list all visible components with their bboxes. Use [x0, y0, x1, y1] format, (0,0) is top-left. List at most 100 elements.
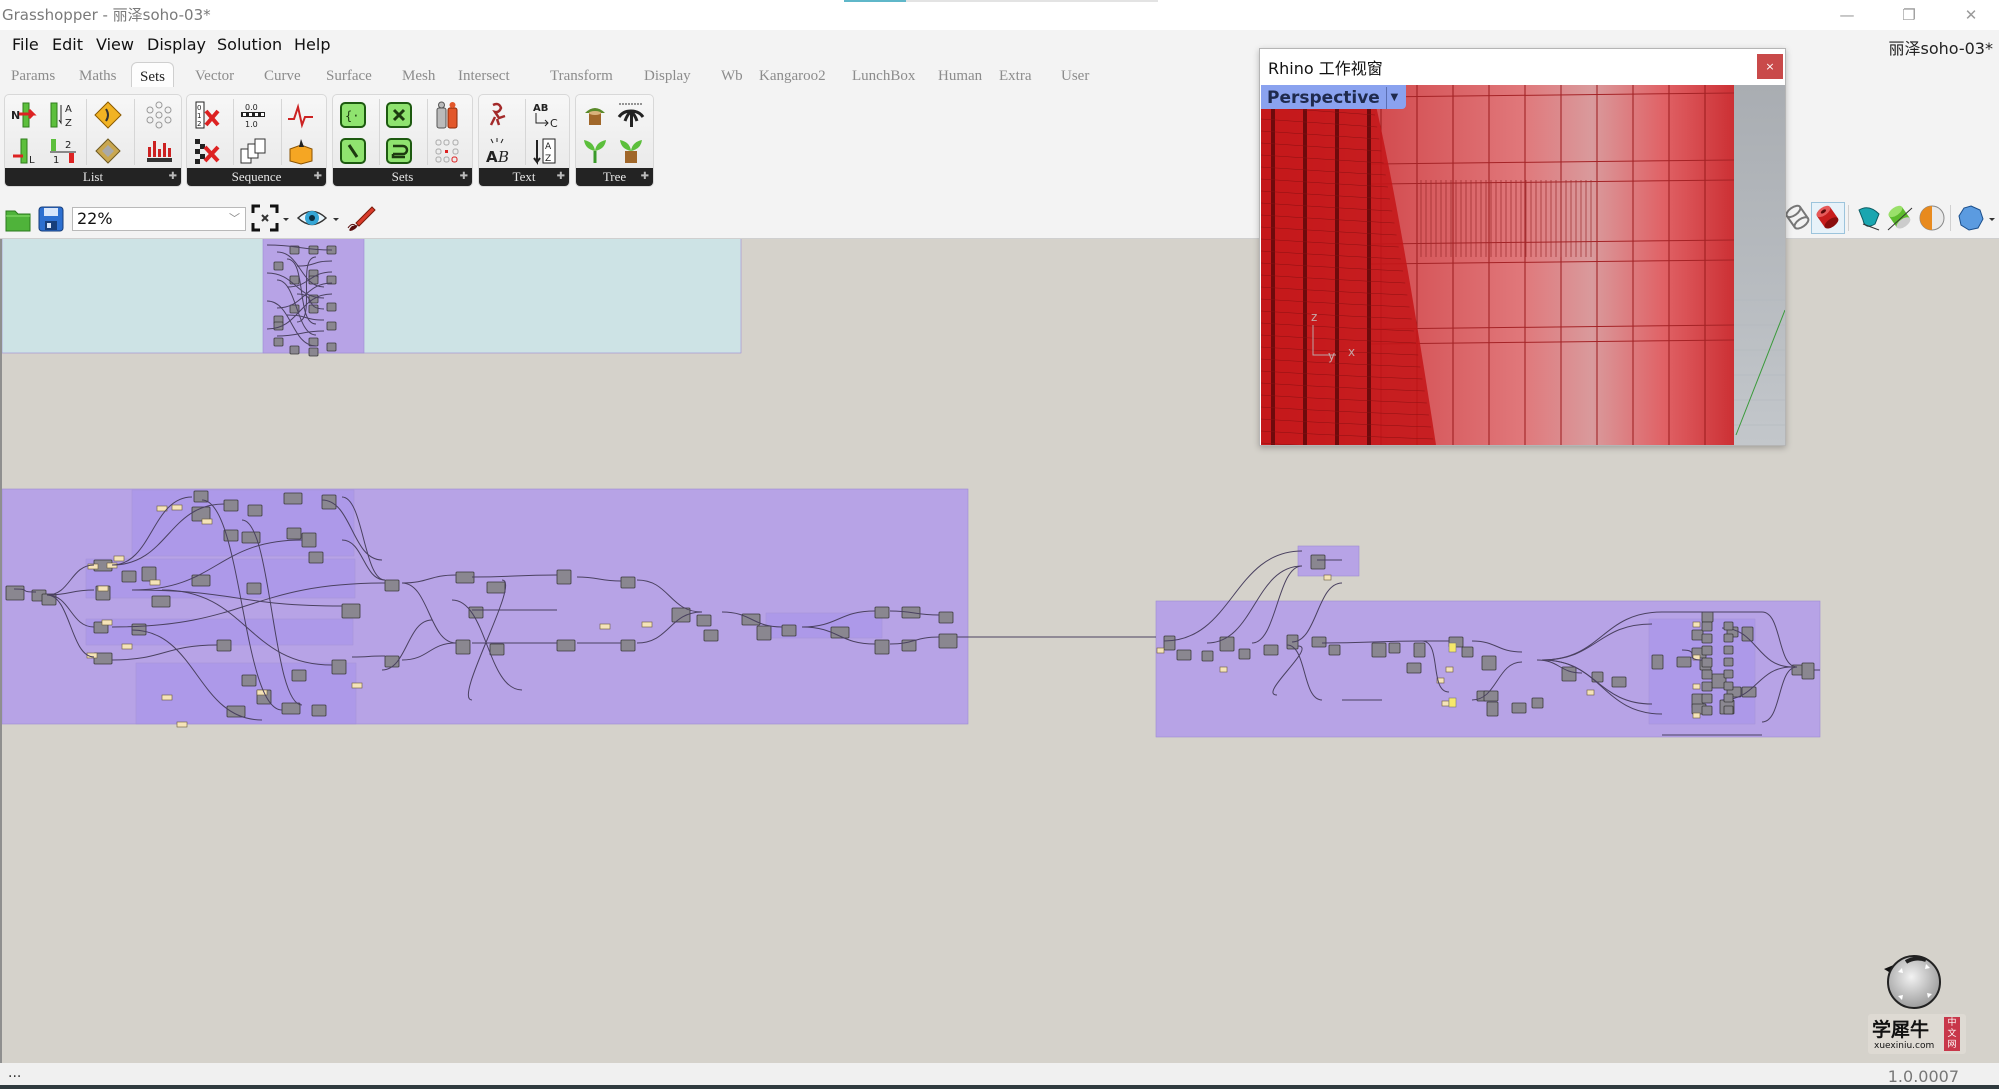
component-node[interactable]	[341, 603, 361, 619]
component-node[interactable]	[326, 342, 337, 352]
menu-display[interactable]: Display	[147, 35, 206, 54]
text-join-icon[interactable]	[485, 101, 513, 129]
component-node[interactable]	[1723, 621, 1734, 631]
component-node[interactable]	[141, 566, 157, 582]
expand-icon[interactable]: ✚	[557, 168, 565, 186]
component-node[interactable]	[1701, 681, 1713, 692]
panel-node[interactable]	[149, 579, 161, 586]
replace-items-icon[interactable]	[145, 137, 173, 165]
expand-icon[interactable]: ✚	[314, 168, 322, 186]
ribbon-group-label[interactable]: Tree ✚	[576, 168, 653, 186]
component-node[interactable]	[121, 570, 137, 583]
component-node[interactable]	[489, 643, 505, 656]
panel-node[interactable]	[1692, 683, 1701, 690]
component-node[interactable]	[1701, 705, 1713, 716]
random-icon[interactable]	[287, 101, 315, 129]
component-node[interactable]	[223, 499, 239, 512]
component-node[interactable]	[1723, 657, 1734, 667]
component-node[interactable]	[331, 659, 347, 675]
component-node[interactable]	[1723, 633, 1734, 643]
list-length-icon[interactable]: L	[11, 137, 39, 165]
delete-consecutive-icon[interactable]	[433, 137, 461, 165]
set-difference-icon[interactable]	[385, 101, 413, 129]
member-index-icon[interactable]	[385, 137, 413, 165]
chevron-down-icon[interactable]: ▼	[1385, 86, 1400, 109]
component-node[interactable]	[1461, 646, 1474, 658]
panel-node[interactable]	[176, 721, 188, 728]
component-node[interactable]	[696, 614, 712, 627]
component-node[interactable]	[1701, 611, 1714, 623]
list-item-icon[interactable]: N	[11, 101, 39, 129]
tab-params[interactable]: Params	[3, 66, 63, 91]
tab-curve[interactable]: Curve	[256, 66, 309, 91]
component-node[interactable]	[620, 576, 636, 589]
component-node[interactable]	[468, 606, 484, 619]
panel-node[interactable]	[1219, 666, 1228, 673]
expand-icon[interactable]: ✚	[169, 168, 177, 186]
split-list-icon[interactable]: 21	[49, 137, 77, 165]
component-node[interactable]	[326, 302, 337, 312]
partition-icon[interactable]	[145, 101, 173, 129]
panel-node[interactable]	[641, 621, 653, 628]
menu-file[interactable]: File	[12, 35, 39, 54]
panel-node[interactable]	[1692, 621, 1701, 628]
component-node[interactable]	[1701, 621, 1713, 632]
component-node[interactable]	[308, 551, 324, 564]
component-node[interactable]	[247, 504, 263, 517]
component-node[interactable]	[1701, 693, 1713, 704]
ribbon-group-label[interactable]: Text ✚	[479, 168, 569, 186]
sort-text-icon[interactable]: AZ	[531, 137, 559, 165]
tab-vector[interactable]: Vector	[187, 66, 242, 91]
component-node[interactable]	[874, 606, 890, 619]
tab-intersect[interactable]: Intersect	[450, 66, 518, 91]
component-node[interactable]	[1219, 636, 1235, 652]
component-node[interactable]	[1163, 635, 1176, 651]
component-node[interactable]	[1723, 669, 1734, 679]
component-node[interactable]	[321, 494, 337, 510]
panel-node[interactable]	[121, 643, 133, 650]
component-node[interactable]	[301, 532, 317, 548]
panel-node[interactable]	[1323, 574, 1332, 581]
panel-node[interactable]	[97, 585, 109, 592]
graft-tree-icon[interactable]	[581, 137, 609, 165]
panel-node[interactable]	[1445, 666, 1454, 673]
component-node[interactable]	[226, 705, 246, 718]
ribbon-group-label[interactable]: Sets ✚	[333, 168, 472, 186]
perspective-viewport[interactable]: z y x Perspective ▼	[1261, 85, 1785, 445]
cull-index-icon[interactable]: 012	[193, 101, 221, 129]
component-node[interactable]	[1651, 654, 1664, 670]
component-node[interactable]	[291, 669, 307, 682]
expand-icon[interactable]: ✚	[460, 168, 468, 186]
panel-node[interactable]	[1441, 700, 1450, 707]
set-intersection-icon[interactable]	[339, 137, 367, 165]
sort-list-icon[interactable]: AZ	[49, 101, 77, 129]
component-node[interactable]	[1176, 649, 1192, 661]
component-node[interactable]	[1310, 554, 1326, 570]
cull-pattern-icon[interactable]	[193, 137, 221, 165]
sketch-button[interactable]	[346, 204, 378, 236]
component-node[interactable]	[216, 639, 232, 652]
panel-node[interactable]	[1448, 697, 1457, 708]
tab-lunchbox[interactable]: LunchBox	[844, 66, 923, 91]
mesh-quality-button[interactable]	[1957, 204, 1997, 236]
component-node[interactable]	[1723, 645, 1734, 655]
component-node[interactable]	[486, 581, 506, 594]
component-node[interactable]	[1701, 645, 1713, 656]
component-node[interactable]	[1611, 676, 1627, 688]
component-node[interactable]	[1263, 644, 1279, 656]
panel-node[interactable]	[161, 694, 173, 701]
component-node[interactable]	[1413, 642, 1426, 658]
tab-wb[interactable]: Wb	[713, 66, 751, 91]
close-button[interactable]: ✕	[1948, 2, 1994, 28]
dispatch-icon[interactable]	[94, 101, 122, 129]
tab-extra[interactable]: Extra	[991, 66, 1039, 91]
menu-solution[interactable]: Solution	[217, 35, 282, 54]
component-node[interactable]	[308, 245, 319, 255]
panel-node[interactable]	[1692, 712, 1701, 719]
selected-preview-b-button[interactable]	[1886, 204, 1914, 236]
component-node[interactable]	[620, 639, 636, 652]
component-node[interactable]	[1801, 662, 1815, 680]
preview-mode-button[interactable]	[296, 204, 341, 236]
component-node[interactable]	[455, 639, 471, 655]
simplify-tree-icon[interactable]	[617, 137, 645, 165]
